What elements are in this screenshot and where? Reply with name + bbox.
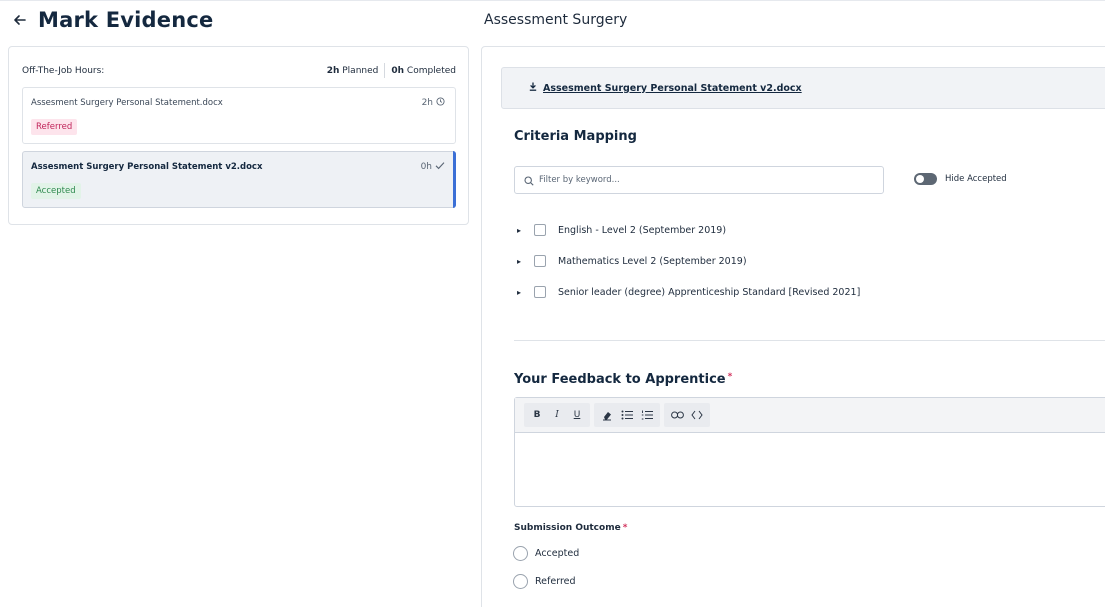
hours-summary: 2h Planned 0h Completed [327, 63, 456, 78]
criteria-checkbox[interactable] [534, 224, 546, 236]
link-icon [670, 411, 684, 419]
referred-radio[interactable] [513, 574, 528, 589]
planned-hours-label: Planned [342, 65, 379, 76]
section-divider [514, 340, 1105, 341]
feedback-heading-label: Your Feedback to Apprentice [514, 372, 726, 387]
criteria-label: Mathematics Level 2 (September 2019) [558, 255, 747, 267]
file-download-link[interactable]: Assesment Surgery Personal Statement v2.… [529, 82, 802, 94]
criteria-mapping-heading: Criteria Mapping [514, 129, 637, 144]
file-download-bar: Assesment Surgery Personal Statement v2.… [501, 67, 1105, 109]
filter-input[interactable] [539, 175, 859, 185]
required-marker: * [622, 523, 628, 533]
check-icon [435, 161, 445, 173]
completed-hours-value: 0h [391, 65, 405, 76]
page-header: Mark Evidence [0, 0, 470, 40]
hide-accepted-toggle[interactable] [914, 173, 937, 185]
required-marker: * [727, 372, 733, 382]
evidence-filename: Assesment Surgery Personal Statement.doc… [31, 98, 223, 108]
status-badge: Accepted [31, 183, 81, 199]
file-link-label: Assesment Surgery Personal Statement v2.… [543, 82, 802, 94]
download-icon [529, 82, 537, 94]
hide-accepted-toggle-group: Hide Accepted [914, 173, 1007, 185]
status-badge: Referred [31, 119, 78, 135]
evidence-hours-value: 2h [421, 98, 433, 108]
accepted-radio[interactable] [513, 546, 528, 561]
bullet-list-button[interactable] [618, 405, 636, 425]
clock-icon [436, 97, 445, 109]
code-icon [691, 410, 703, 420]
submission-outcome-label: Submission Outcome * [514, 523, 627, 533]
feedback-editor: B I U [514, 397, 1105, 507]
submission-outcome-text: Submission Outcome [514, 523, 621, 533]
link-group [664, 403, 710, 427]
search-icon [524, 171, 534, 190]
numbered-list-icon [641, 410, 653, 420]
arrow-left-icon[interactable] [10, 10, 30, 30]
planned-hours-value: 2h [326, 65, 340, 76]
completed-hours-label: Completed [406, 65, 456, 76]
evidence-item-selected[interactable]: Assesment Surgery Personal Statement v2.… [22, 151, 456, 208]
criteria-label: Senior leader (degree) Apprenticeship St… [558, 286, 861, 298]
evidence-filename: Assesment Surgery Personal Statement v2.… [31, 162, 263, 172]
list-format-group [594, 403, 660, 427]
criteria-checkbox[interactable] [534, 255, 546, 267]
criteria-checkbox[interactable] [534, 286, 546, 298]
outcome-label: Accepted [535, 548, 580, 559]
numbered-list-button[interactable] [638, 405, 656, 425]
italic-button[interactable]: I [548, 405, 566, 425]
marking-panel: Assesment Surgery Personal Statement v2.… [481, 46, 1105, 607]
page-title: Mark Evidence [38, 8, 214, 32]
underline-button[interactable]: U [568, 405, 586, 425]
evidence-panel: Off-The-Job Hours: 2h Planned 0h Complet… [8, 46, 469, 225]
caret-right-icon[interactable]: ▸ [517, 226, 527, 235]
bullet-list-icon [621, 410, 633, 420]
off-the-job-hours-row: Off-The-Job Hours: 2h Planned 0h Complet… [22, 63, 456, 78]
feedback-textarea[interactable] [515, 433, 1105, 507]
evidence-item[interactable]: Assesment Surgery Personal Statement.doc… [22, 87, 456, 144]
eraser-icon [602, 411, 611, 420]
evidence-hours: 2h [422, 97, 445, 109]
code-button[interactable] [688, 405, 706, 425]
assessment-title: Assessment Surgery [484, 12, 628, 28]
criteria-label: English - Level 2 (September 2019) [558, 224, 727, 236]
hours-label: Off-The-Job Hours: [22, 65, 105, 76]
criteria-item: ▸ Senior leader (degree) Apprenticeship … [517, 286, 860, 298]
criteria-item: ▸ English - Level 2 (September 2019) [517, 224, 726, 236]
clear-format-button[interactable] [598, 405, 616, 425]
keyword-filter[interactable] [514, 166, 884, 194]
outcome-option-accepted[interactable]: Accepted [513, 546, 579, 561]
bold-button[interactable]: B [528, 405, 546, 425]
caret-right-icon[interactable]: ▸ [517, 257, 527, 266]
outcome-option-referred[interactable]: Referred [513, 574, 576, 589]
evidence-hours-value: 0h [420, 162, 432, 172]
link-button[interactable] [668, 405, 686, 425]
editor-toolbar: B I U [515, 398, 1105, 433]
hours-separator [384, 63, 386, 78]
outcome-label: Referred [535, 576, 576, 587]
criteria-item: ▸ Mathematics Level 2 (September 2019) [517, 255, 747, 267]
hide-accepted-label: Hide Accepted [945, 174, 1007, 184]
evidence-hours: 0h [421, 161, 445, 173]
feedback-heading: Your Feedback to Apprentice * [514, 372, 732, 387]
text-format-group: B I U [524, 403, 590, 427]
caret-right-icon[interactable]: ▸ [517, 288, 527, 297]
